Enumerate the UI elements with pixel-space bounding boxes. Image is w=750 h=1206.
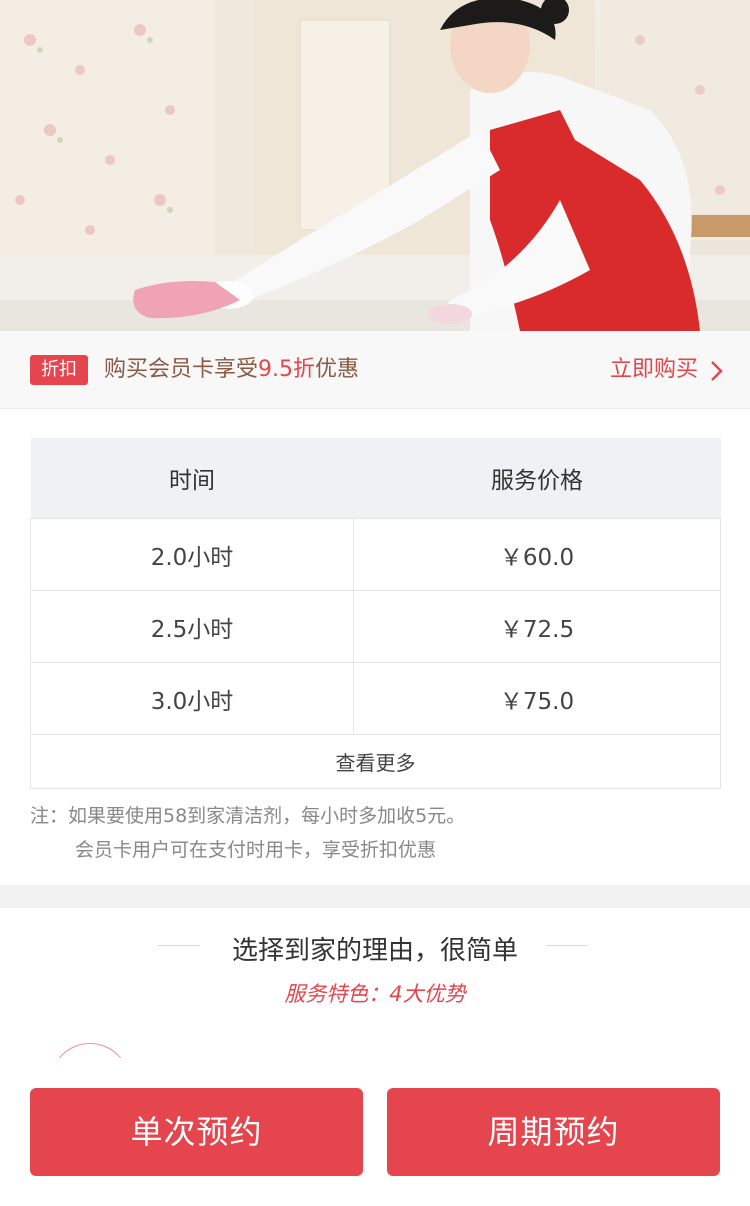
recurring-booking-button[interactable]: 周期预约	[387, 1088, 720, 1176]
note-line-2: 会员卡用户可在支付时用卡，享受折扣优惠	[75, 839, 437, 861]
note-line-1: 注：如果要使用58到家清洁剂，每小时多加收5元。	[30, 805, 466, 827]
reasons-subtitle: 服务特色：4大优势	[284, 982, 466, 1006]
row-time: 2.0小时	[30, 518, 354, 591]
promo-discount-value: 9.5折	[258, 357, 316, 382]
hero-image	[0, 0, 750, 331]
hero-illustration	[0, 0, 750, 331]
price-note: 注：如果要使用58到家清洁剂，每小时多加收5元。 会员卡用户可在支付时用卡，享受…	[30, 799, 465, 867]
discount-badge: 折扣	[30, 355, 88, 385]
promo-text: 购买会员卡享受9.5折优惠	[104, 353, 359, 387]
row-time: 2.5小时	[30, 590, 354, 663]
row-time: 3.0小时	[30, 662, 354, 735]
promo-text-before: 购买会员卡享受	[104, 357, 259, 382]
row-price: ￥72.5	[353, 590, 721, 663]
header-price: 服务价格	[353, 438, 721, 519]
title-divider-right	[546, 945, 588, 946]
price-table: 时间 服务价格 2.0小时 ￥60.0 2.5小时 ￥72.5 3.0小时 ￥7…	[30, 438, 721, 789]
table-row: 2.5小时 ￥72.5	[30, 590, 721, 663]
bottom-action-bar: 单次预约 周期预约	[0, 1058, 750, 1206]
header-time: 时间	[30, 438, 354, 519]
price-table-header: 时间 服务价格	[30, 438, 721, 519]
row-price: ￥60.0	[353, 518, 721, 591]
reasons-title: 选择到家的理由，很简单	[231, 936, 518, 966]
promo-bar: 折扣 购买会员卡享受9.5折优惠 立即购买	[0, 331, 750, 409]
buy-now-link[interactable]: 立即购买	[610, 353, 698, 387]
price-section: 时间 服务价格 2.0小时 ￥60.0 2.5小时 ￥72.5 3.0小时 ￥7…	[0, 409, 750, 885]
table-row: 3.0小时 ￥75.0	[30, 662, 721, 735]
chevron-right-icon[interactable]	[710, 360, 724, 382]
promo-text-after: 优惠	[315, 357, 360, 382]
view-more-button[interactable]: 查看更多	[30, 734, 721, 789]
table-row: 2.0小时 ￥60.0	[30, 518, 721, 591]
single-booking-button[interactable]: 单次预约	[30, 1088, 363, 1176]
row-price: ￥75.0	[353, 662, 721, 735]
